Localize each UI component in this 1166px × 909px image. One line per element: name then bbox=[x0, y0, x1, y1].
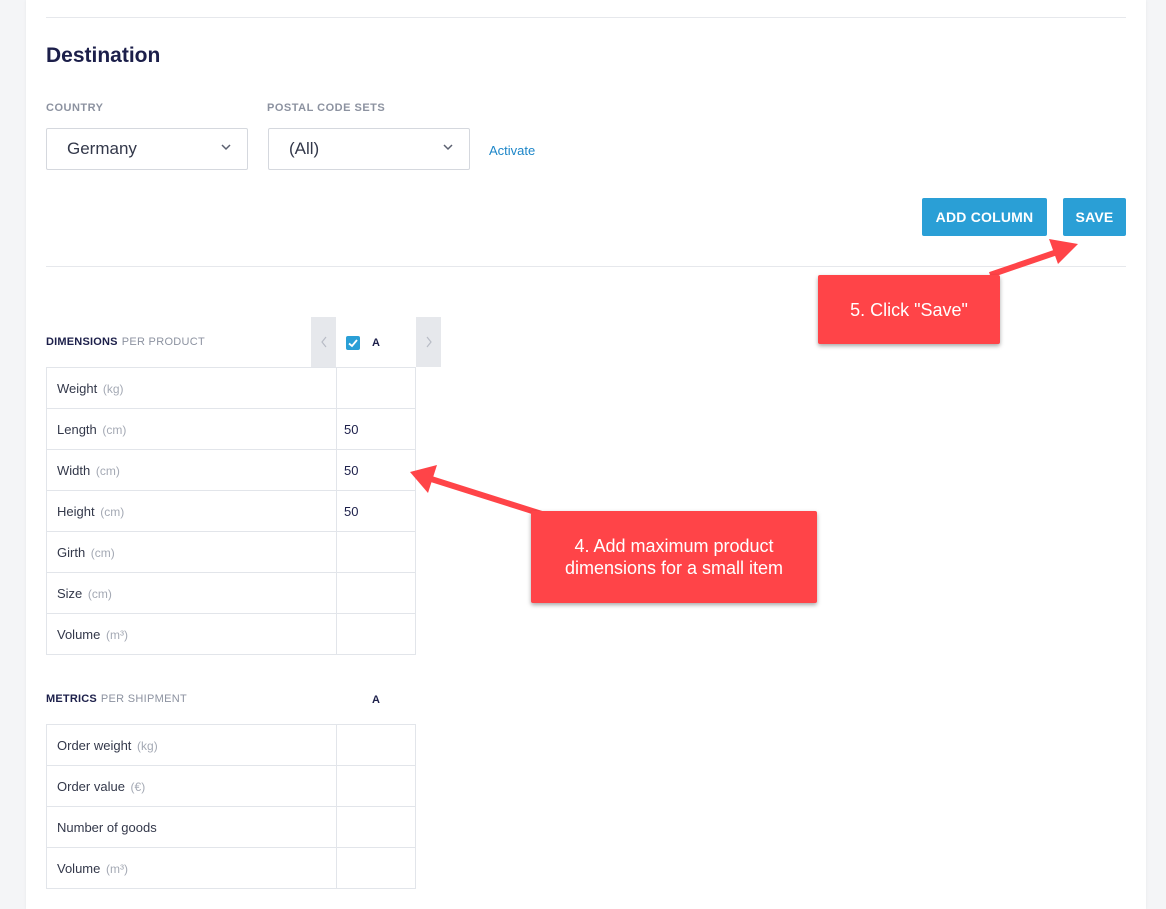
arrow-step-4 bbox=[410, 465, 546, 518]
annotation-arrows bbox=[410, 239, 1078, 518]
step-5-callout: 5. Click "Save" bbox=[818, 275, 1000, 344]
arrow-step-5 bbox=[989, 239, 1078, 278]
step-4-callout: 4. Add maximum product dimensions for a … bbox=[531, 511, 817, 603]
